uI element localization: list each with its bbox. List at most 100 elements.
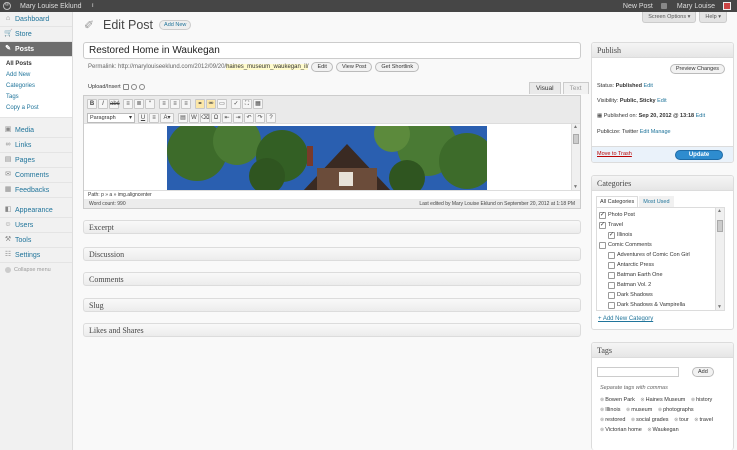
tab-text[interactable]: Text: [562, 82, 589, 94]
edit-publicize-link[interactable]: Edit: [640, 129, 649, 135]
tag-item[interactable]: history: [691, 397, 712, 403]
publish-title[interactable]: Publish: [592, 43, 733, 58]
tag-item[interactable]: museum: [626, 407, 652, 413]
submenu-all-posts[interactable]: All Posts: [0, 59, 72, 70]
paste-word-icon[interactable]: W: [189, 113, 199, 123]
view-post-button[interactable]: View Post: [335, 62, 373, 72]
numbered-list-icon[interactable]: ≣: [134, 99, 144, 109]
tag-item[interactable]: photographs: [658, 407, 694, 413]
bold-icon[interactable]: B: [87, 99, 97, 109]
category-checkbox[interactable]: [608, 281, 615, 289]
sidebar-item-store[interactable]: 🛒 Store: [0, 27, 72, 42]
category-checkbox[interactable]: [608, 261, 615, 269]
edit-permalink-button[interactable]: Edit: [311, 62, 333, 72]
user-account-link[interactable]: Mary Louise: [669, 3, 723, 10]
sidebar-item-tools[interactable]: ⚒ Tools: [0, 233, 72, 248]
category-checkbox[interactable]: [599, 241, 606, 249]
insert-link-icon[interactable]: ⚭: [195, 99, 205, 109]
sidebar-item-media[interactable]: ▣ Media: [0, 123, 72, 138]
align-left-icon[interactable]: ≡: [159, 99, 169, 109]
tag-item[interactable]: social grades: [631, 417, 669, 423]
screen-options-tab[interactable]: Screen Options ▾: [642, 12, 697, 23]
text-color-icon[interactable]: A▾: [160, 113, 174, 123]
collapse-menu-button[interactable]: Collapse menu: [0, 267, 72, 273]
post-title-input[interactable]: Restored Home in Waukegan: [83, 42, 581, 59]
fullscreen-icon[interactable]: ⛶: [242, 99, 252, 109]
editor-content[interactable]: ▲ ▼: [84, 124, 580, 190]
tag-item[interactable]: Bowen Park: [600, 397, 635, 403]
help-tab[interactable]: Help ▾: [699, 12, 727, 23]
tab-visual[interactable]: Visual: [529, 82, 561, 94]
add-poll-icon[interactable]: [130, 84, 137, 90]
metabox-slug[interactable]: Slug: [83, 298, 581, 312]
metabox-likes-and-shares[interactable]: Likes and Shares: [83, 323, 581, 337]
stats-sparkline-icon[interactable]: ılıl: [91, 3, 93, 9]
tag-input[interactable]: [597, 367, 679, 377]
metabox-excerpt[interactable]: Excerpt: [83, 220, 581, 234]
tag-item[interactable]: Victorian home: [600, 427, 642, 433]
redo-icon[interactable]: ↷: [255, 113, 265, 123]
help-icon[interactable]: ?: [266, 113, 276, 123]
special-character-icon[interactable]: Ω: [211, 113, 221, 123]
sidebar-item-users[interactable]: ☺ Users: [0, 218, 72, 233]
underline-icon[interactable]: U: [138, 113, 148, 123]
category-checkbox[interactable]: [608, 301, 615, 309]
editor-scrollbar[interactable]: ▲ ▼: [571, 124, 580, 190]
submenu-add-new[interactable]: Add New: [0, 70, 72, 81]
tags-title[interactable]: Tags: [592, 343, 733, 358]
add-new-post-button[interactable]: Add New: [159, 20, 192, 30]
metabox-comments[interactable]: Comments: [83, 272, 581, 286]
strikethrough-icon[interactable]: abc: [109, 99, 120, 109]
sidebar-item-dashboard[interactable]: ⌂ Dashboard: [0, 12, 72, 27]
paste-text-icon[interactable]: ▤: [178, 113, 188, 123]
edit-date-link[interactable]: Edit: [696, 113, 705, 119]
sidebar-item-appearance[interactable]: ◧ Appearance: [0, 203, 72, 218]
update-button[interactable]: Update: [675, 150, 723, 160]
sidebar-item-links[interactable]: ∞ Links: [0, 138, 72, 153]
notifications-icon[interactable]: [660, 3, 667, 9]
category-checkbox[interactable]: [608, 251, 615, 259]
site-name-link[interactable]: Mary Louise Eklund: [20, 3, 81, 10]
submenu-copy-a-post[interactable]: Copy a Post: [0, 103, 72, 114]
unlink-icon[interactable]: ⚮: [206, 99, 216, 109]
category-checkbox[interactable]: [608, 291, 615, 299]
tag-item[interactable]: travel: [694, 417, 713, 423]
preview-changes-button[interactable]: Preview Changes: [669, 64, 725, 74]
category-checkbox[interactable]: ✓: [599, 221, 606, 229]
italic-icon[interactable]: I: [98, 99, 108, 109]
category-scrollbar[interactable]: ▲ ▼: [716, 207, 725, 311]
permalink-slug[interactable]: haines_museum_waukegan_il/: [226, 64, 309, 70]
sidebar-item-comments[interactable]: ✉ Comments: [0, 168, 72, 183]
clear-formatting-icon[interactable]: ⌫: [200, 113, 210, 123]
category-checkbox[interactable]: ✓: [599, 211, 606, 219]
format-select[interactable]: Paragraph: [87, 113, 135, 123]
indent-icon[interactable]: ⇥: [233, 113, 243, 123]
wordpress-logo-icon[interactable]: W: [0, 0, 14, 12]
submenu-categories[interactable]: Categories: [0, 81, 72, 92]
undo-icon[interactable]: ↶: [244, 113, 254, 123]
edit-status-link[interactable]: Edit: [643, 83, 652, 89]
tag-item[interactable]: Waukegan: [647, 427, 678, 433]
avatar[interactable]: [723, 2, 731, 10]
sidebar-item-feedbacks[interactable]: ▦ Feedbacks: [0, 183, 72, 198]
kitchen-sink-icon[interactable]: ▦: [253, 99, 263, 109]
house-photo[interactable]: [167, 126, 487, 190]
align-right-icon[interactable]: ≡: [181, 99, 191, 109]
outdent-icon[interactable]: ⇤: [222, 113, 232, 123]
edit-visibility-link[interactable]: Edit: [657, 98, 666, 104]
bullet-list-icon[interactable]: ≡: [123, 99, 133, 109]
category-checkbox[interactable]: [608, 271, 615, 279]
metabox-discussion[interactable]: Discussion: [83, 247, 581, 261]
tag-item[interactable]: Haines Museum: [640, 397, 685, 403]
spellcheck-icon[interactable]: ✓: [231, 99, 241, 109]
add-media-icon[interactable]: [122, 84, 129, 90]
sidebar-item-posts[interactable]: ✎ Posts: [0, 42, 72, 57]
add-new-category-link[interactable]: + Add New Category: [598, 316, 653, 322]
more-tag-icon[interactable]: ▭: [217, 99, 227, 109]
get-shortlink-button[interactable]: Get Shortlink: [375, 62, 420, 72]
blockquote-icon[interactable]: “: [145, 99, 155, 109]
tag-item[interactable]: tour: [674, 417, 689, 423]
submenu-tags[interactable]: Tags: [0, 92, 72, 103]
categories-title[interactable]: Categories: [592, 176, 733, 191]
tag-item[interactable]: restored: [600, 417, 625, 423]
